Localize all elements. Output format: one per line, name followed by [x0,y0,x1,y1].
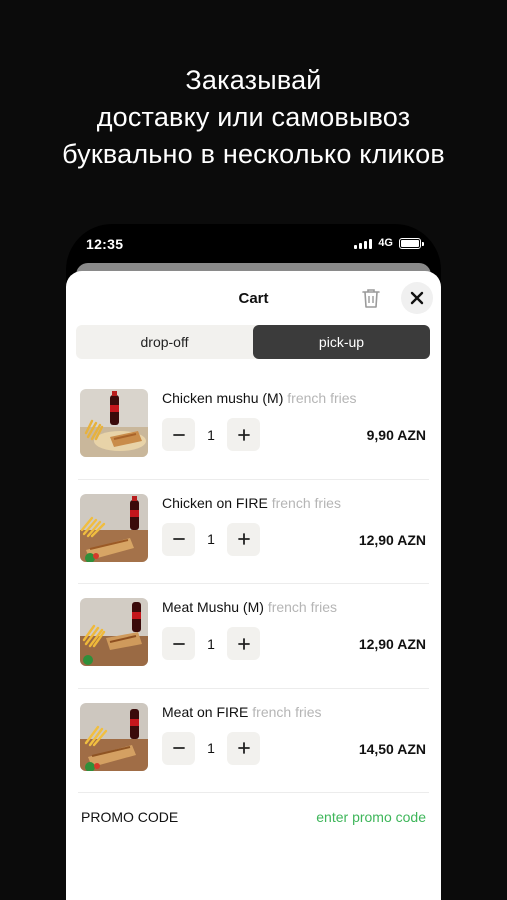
status-indicators: 4G [354,237,424,249]
quantity-value: 1 [207,635,215,652]
minus-icon [172,433,185,436]
item-name: Meat Mushu (M) [162,599,264,615]
decrease-button[interactable] [162,731,195,765]
item-image [80,598,148,666]
status-bar: 12:35 4G [66,234,441,256]
minus-icon [172,747,185,749]
cart-items: Chicken mushu (M) french fries 1 9,90 AZ… [66,375,441,793]
battery-icon [399,237,424,249]
decrease-button[interactable] [162,627,195,660]
minus-icon [172,538,185,540]
cart-item: Meat on FIRE french fries 1 14,50 AZN [78,689,429,793]
tab-drop-off[interactable]: drop-off [76,325,253,359]
enter-promo-code-link[interactable]: enter promo code [316,809,426,825]
plus-icon [237,742,250,754]
minus-icon [172,642,185,645]
plus-icon [237,637,250,650]
increase-button[interactable] [227,522,260,556]
quantity-stepper: 1 [162,627,260,660]
tab-pick-up[interactable]: pick-up [253,325,430,359]
trash-icon[interactable] [360,286,382,310]
close-icon [410,291,424,305]
item-price: 14,50 AZN [358,740,426,757]
item-image [80,389,148,457]
plus-icon [237,428,250,441]
headline-line-2: доставку или самовывоз [96,102,411,132]
decrease-button[interactable] [162,418,195,451]
cart-title: Cart [238,290,269,307]
headline: Заказывай доставку или самовывоз букваль… [0,62,507,173]
item-side: french fries [252,703,322,720]
delivery-mode-toggle: drop-off pick-up [76,325,430,359]
cart-sheet: Cart drop-off pick-up Chicken mushu (M) … [66,271,441,900]
cart-item: Chicken mushu (M) french fries 1 9,90 AZ… [78,375,429,480]
increase-button[interactable] [227,731,260,765]
quantity-value: 1 [207,531,215,547]
item-price: 9,90 AZN [366,427,426,443]
quantity-value: 1 [207,740,215,756]
item-name: Chicken on FIRE [162,494,268,511]
item-title: Chicken on FIRE french fries [162,495,341,511]
quantity-stepper: 1 [162,731,260,765]
network-type: 4G [378,237,393,249]
status-time: 12:35 [86,236,124,252]
item-side: french fries [267,599,338,615]
item-price: 12,90 AZN [358,636,426,652]
headline-line-3: буквально в несколько кликов [62,139,445,169]
item-side: french fries [287,390,357,406]
cart-item: Meat Mushu (M) french fries 1 12,90 AZN [78,584,429,689]
quantity-stepper: 1 [162,522,260,556]
promo-row: PROMO CODE enter promo code [66,809,441,829]
item-price: 12,90 AZN [358,531,426,548]
item-side: french fries [271,494,341,511]
headline-line-1: Заказывай [185,65,322,95]
item-image [80,702,148,771]
item-title: Chicken mushu (M) french fries [162,390,357,406]
item-title: Meat Mushu (M) french fries [162,599,337,615]
quantity-stepper: 1 [162,418,260,451]
increase-button[interactable] [227,627,260,660]
item-name: Chicken mushu (M) [162,390,284,406]
increase-button[interactable] [227,418,260,451]
item-image [80,493,148,562]
promo-code-label: PROMO CODE [81,809,179,825]
item-name: Meat on FIRE [162,703,249,720]
quantity-value: 1 [207,426,215,443]
decrease-button[interactable] [162,522,195,556]
item-title: Meat on FIRE french fries [162,704,322,720]
signal-icon [354,238,373,249]
plus-icon [237,533,250,545]
cart-item: Chicken on FIRE french fries 1 12,90 AZN [78,480,429,584]
close-button[interactable] [401,282,433,314]
